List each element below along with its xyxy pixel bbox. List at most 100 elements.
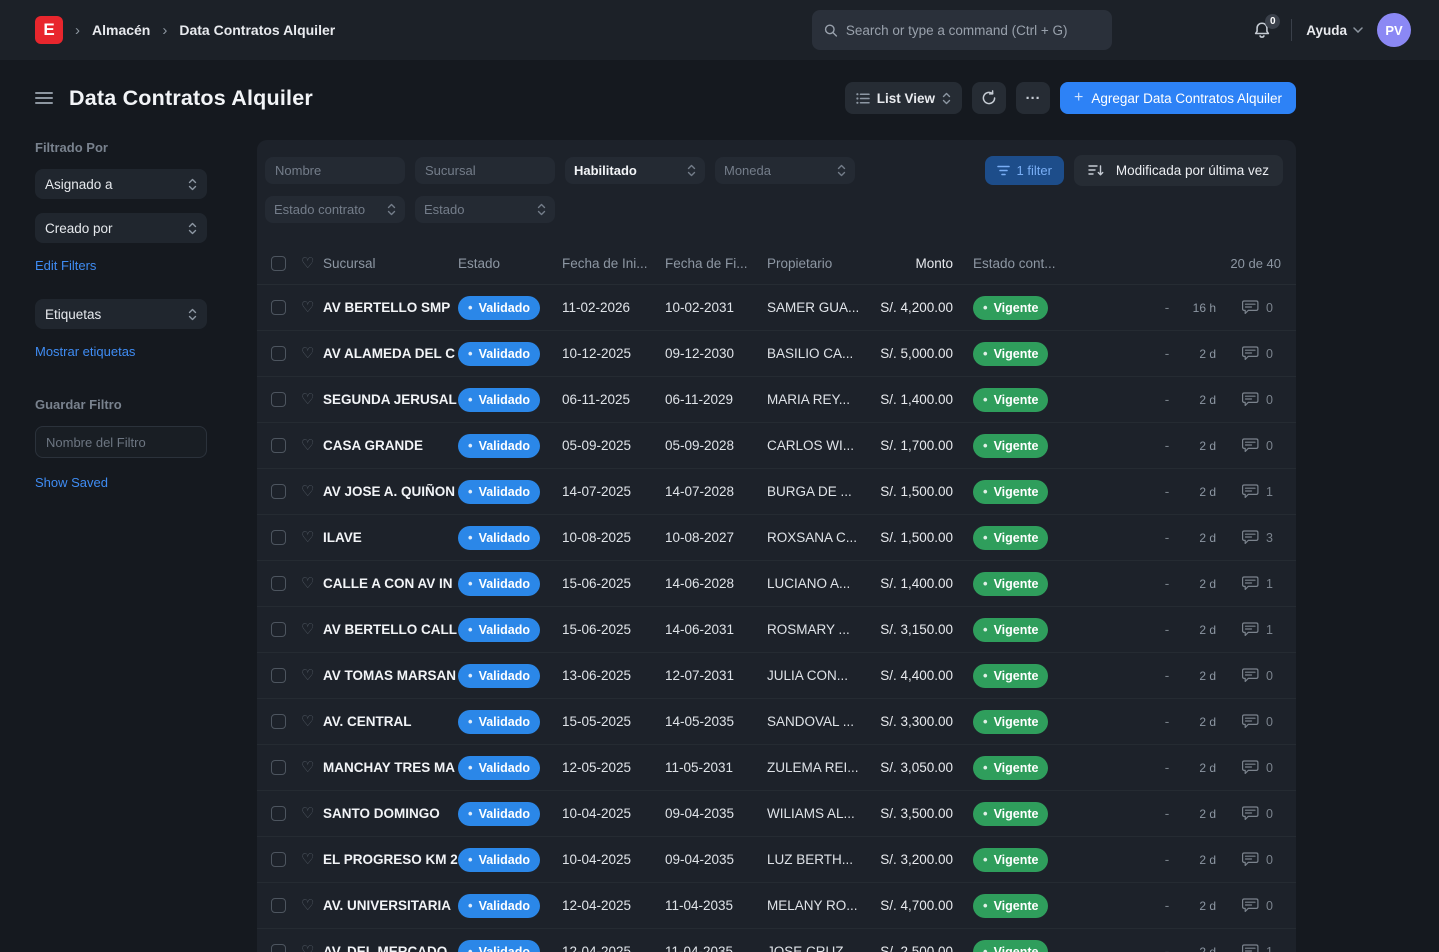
row-checkbox[interactable] (271, 898, 286, 913)
avatar[interactable]: PV (1377, 13, 1411, 47)
heart-icon[interactable]: ♡ (301, 392, 323, 407)
table-row[interactable]: ♡ CASA GRANDE •Validado 05-09-2025 05-09… (257, 423, 1296, 469)
heart-icon[interactable]: ♡ (301, 576, 323, 591)
comments-button[interactable]: 0 (1216, 438, 1282, 453)
comments-button[interactable]: 0 (1216, 852, 1282, 867)
moneda-filter-select[interactable]: Moneda (715, 157, 855, 184)
record-count[interactable]: 20 de 40 (1103, 256, 1282, 271)
row-checkbox[interactable] (271, 392, 286, 407)
assigned-to-dropdown[interactable]: Asignado a (35, 169, 207, 199)
cell-sucursal[interactable]: AV. UNIVERSITARIA (323, 898, 458, 913)
estado-filter-select[interactable]: Estado (415, 196, 555, 223)
notifications-button[interactable]: 0 (1247, 17, 1277, 44)
row-checkbox[interactable] (271, 576, 286, 591)
comments-button[interactable]: 0 (1216, 760, 1282, 775)
comments-button[interactable]: 1 (1216, 944, 1282, 952)
app-logo[interactable]: E (35, 16, 63, 44)
global-search[interactable] (812, 10, 1112, 50)
estado-contrato-filter-select[interactable]: Estado contrato (265, 196, 405, 223)
view-switcher-button[interactable]: List View (845, 82, 962, 114)
column-header-sucursal[interactable]: Sucursal (323, 256, 458, 271)
table-row[interactable]: ♡ AV. DEL MERCADO •Validado 12-04-2025 1… (257, 929, 1296, 952)
comments-button[interactable]: 0 (1216, 668, 1282, 683)
table-row[interactable]: ♡ MANCHAY TRES MA •Validado 12-05-2025 1… (257, 745, 1296, 791)
add-record-button[interactable]: + Agregar Data Contratos Alquiler (1060, 82, 1296, 114)
cell-sucursal[interactable]: AV TOMAS MARSAN (323, 668, 458, 683)
refresh-button[interactable] (972, 82, 1006, 114)
applied-filters-button[interactable]: 1 filter (985, 156, 1064, 185)
cell-sucursal[interactable]: CASA GRANDE (323, 438, 458, 453)
row-checkbox[interactable] (271, 438, 286, 453)
row-checkbox[interactable] (271, 852, 286, 867)
row-checkbox[interactable] (271, 760, 286, 775)
sort-button[interactable]: Modificada por última vez (1074, 155, 1283, 186)
table-row[interactable]: ♡ EL PROGRESO KM 2 •Validado 10-04-2025 … (257, 837, 1296, 883)
row-checkbox[interactable] (271, 944, 286, 952)
heart-icon[interactable]: ♡ (301, 668, 323, 683)
cell-sucursal[interactable]: ILAVE (323, 530, 458, 545)
column-header-estado-contrato[interactable]: Estado cont... (960, 256, 1103, 271)
cell-sucursal[interactable]: EL PROGRESO KM 2 (323, 852, 458, 867)
habilitado-filter-select[interactable]: Habilitado (565, 157, 705, 184)
table-row[interactable]: ♡ AV ALAMEDA DEL C •Validado 10-12-2025 … (257, 331, 1296, 377)
heart-icon[interactable]: ♡ (301, 484, 323, 499)
column-header-estado[interactable]: Estado (458, 256, 562, 271)
table-row[interactable]: ♡ AV BERTELLO CALL •Validado 15-06-2025 … (257, 607, 1296, 653)
row-checkbox[interactable] (271, 714, 286, 729)
comments-button[interactable]: 0 (1216, 898, 1282, 913)
heart-icon[interactable]: ♡ (301, 852, 323, 867)
table-row[interactable]: ♡ AV BERTELLO SMP •Validado 11-02-2026 1… (257, 285, 1296, 331)
comments-button[interactable]: 1 (1216, 576, 1282, 591)
cell-sucursal[interactable]: AV JOSE A. QUIÑON (323, 484, 458, 499)
cell-sucursal[interactable]: AV BERTELLO SMP (323, 300, 458, 315)
table-row[interactable]: ♡ ILAVE •Validado 10-08-2025 10-08-2027 … (257, 515, 1296, 561)
row-checkbox[interactable] (271, 300, 286, 315)
heart-icon[interactable]: ♡ (301, 346, 323, 361)
column-header-fecha-inicio[interactable]: Fecha de Ini... (562, 256, 665, 271)
heart-icon[interactable]: ♡ (301, 438, 323, 453)
row-checkbox[interactable] (271, 806, 286, 821)
more-options-button[interactable]: ··· (1016, 82, 1050, 114)
table-row[interactable]: ♡ SEGUNDA JERUSAL •Validado 06-11-2025 0… (257, 377, 1296, 423)
heart-icon[interactable]: ♡ (301, 944, 323, 952)
column-header-monto[interactable]: Monto (870, 256, 960, 271)
created-by-dropdown[interactable]: Creado por (35, 213, 207, 243)
sidebar-toggle-icon[interactable] (35, 88, 53, 108)
cell-sucursal[interactable]: AV. DEL MERCADO (323, 944, 458, 952)
select-all-checkbox[interactable] (271, 256, 286, 271)
comments-button[interactable]: 0 (1216, 346, 1282, 361)
comments-button[interactable]: 3 (1216, 530, 1282, 545)
sucursal-filter-input[interactable] (415, 157, 555, 184)
table-row[interactable]: ♡ AV. CENTRAL •Validado 15-05-2025 14-05… (257, 699, 1296, 745)
search-input[interactable] (846, 23, 1100, 38)
row-checkbox[interactable] (271, 530, 286, 545)
row-checkbox[interactable] (271, 668, 286, 683)
filter-name-input[interactable] (35, 426, 207, 458)
show-saved-link[interactable]: Show Saved (35, 475, 108, 490)
comments-button[interactable]: 1 (1216, 622, 1282, 637)
table-row[interactable]: ♡ SANTO DOMINGO •Validado 10-04-2025 09-… (257, 791, 1296, 837)
heart-icon[interactable]: ♡ (301, 530, 323, 545)
table-row[interactable]: ♡ AV. UNIVERSITARIA •Validado 12-04-2025… (257, 883, 1296, 929)
heart-icon[interactable]: ♡ (301, 760, 323, 775)
cell-sucursal[interactable]: AV. CENTRAL (323, 714, 458, 729)
column-header-propietario[interactable]: Propietario (767, 256, 870, 271)
table-row[interactable]: ♡ CALLE A CON AV IN •Validado 15-06-2025… (257, 561, 1296, 607)
heart-icon[interactable]: ♡ (301, 300, 323, 315)
comments-button[interactable]: 0 (1216, 392, 1282, 407)
heart-icon[interactable]: ♡ (301, 806, 323, 821)
table-row[interactable]: ♡ AV JOSE A. QUIÑON •Validado 14-07-2025… (257, 469, 1296, 515)
nombre-filter-input[interactable] (265, 157, 405, 184)
comments-button[interactable]: 1 (1216, 484, 1282, 499)
table-row[interactable]: ♡ AV TOMAS MARSAN •Validado 13-06-2025 1… (257, 653, 1296, 699)
row-checkbox[interactable] (271, 484, 286, 499)
heart-icon[interactable]: ♡ (301, 898, 323, 913)
help-menu[interactable]: Ayuda (1306, 23, 1363, 38)
column-header-fecha-fin[interactable]: Fecha de Fi... (665, 256, 767, 271)
tags-dropdown[interactable]: Etiquetas (35, 299, 207, 329)
comments-button[interactable]: 0 (1216, 714, 1282, 729)
breadcrumb-data-contratos[interactable]: Data Contratos Alquiler (179, 22, 335, 38)
cell-sucursal[interactable]: CALLE A CON AV IN (323, 576, 458, 591)
edit-filters-link[interactable]: Edit Filters (35, 258, 96, 273)
comments-button[interactable]: 0 (1216, 806, 1282, 821)
